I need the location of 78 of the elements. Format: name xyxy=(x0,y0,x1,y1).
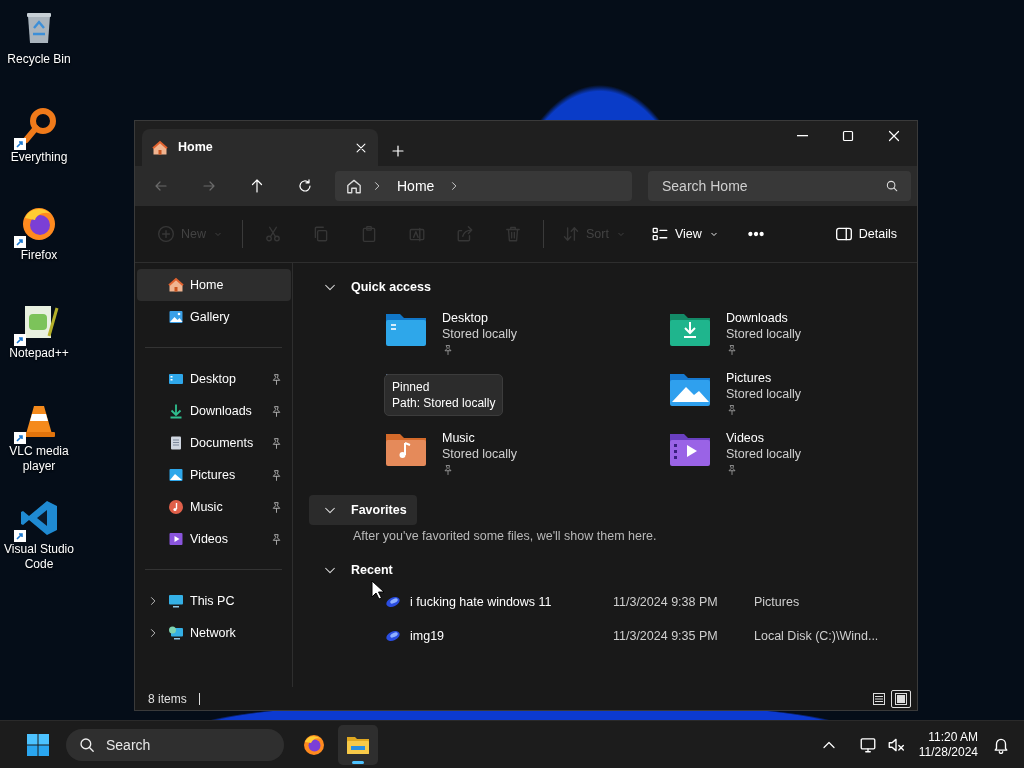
tooltip: Pinned Path: Stored locally xyxy=(384,374,504,416)
monitor-icon[interactable] xyxy=(858,735,877,754)
file-date: 11/3/2024 9:38 PM xyxy=(613,593,719,611)
empty-message: After you've favorited some files, we'll show them here. xyxy=(352,528,658,545)
sidebar-item[interactable]: Videos xyxy=(137,523,291,555)
download-icon xyxy=(168,403,184,419)
folder-location: Stored locally xyxy=(442,326,518,342)
folder-name[interactable]: Desktop xyxy=(442,310,518,326)
details-pane-icon xyxy=(834,225,853,243)
refresh-icon xyxy=(297,178,313,194)
music-note-icon xyxy=(168,499,184,515)
sidebar-item[interactable]: Downloads xyxy=(137,395,291,427)
section-header[interactable]: Quick access xyxy=(309,272,441,302)
flame-globe-icon xyxy=(302,732,326,757)
minimize-icon xyxy=(796,135,808,137)
details-button[interactable]: Details xyxy=(828,217,903,251)
section-header[interactable]: Favorites xyxy=(309,495,417,525)
address-bar[interactable]: Home xyxy=(335,171,632,201)
icon-label: Recycle Bin xyxy=(7,52,71,67)
view-button[interactable]: View xyxy=(644,217,726,251)
folder-location: Stored locally xyxy=(442,446,518,462)
desktop-icon xyxy=(168,371,184,387)
sidebar-item[interactable]: This PC xyxy=(137,585,291,617)
icon-label: Visual Studio Code xyxy=(3,542,75,572)
plus-icon xyxy=(390,143,406,159)
folder-name[interactable]: Pictures xyxy=(726,370,802,386)
sidebar-item[interactable]: Network xyxy=(137,617,291,649)
tiles-view-icon xyxy=(894,691,908,706)
search-icon xyxy=(78,735,96,754)
file-name[interactable]: img19 xyxy=(402,626,613,646)
close-icon xyxy=(886,128,902,144)
section-header[interactable]: Recent xyxy=(309,555,403,585)
taskbar-app[interactable] xyxy=(338,724,378,765)
monitor-icon xyxy=(168,593,184,609)
folder-name[interactable]: Videos xyxy=(726,430,802,446)
tab[interactable]: Home xyxy=(142,129,378,166)
file-name[interactable]: i fucking hate windows 11 xyxy=(402,592,613,612)
network-icon xyxy=(168,625,184,641)
icon-label: Firefox xyxy=(20,248,58,263)
tiles-view-button[interactable] xyxy=(891,689,911,708)
document-icon xyxy=(168,435,184,451)
picture-icon xyxy=(168,467,184,483)
house-icon xyxy=(168,277,184,293)
mouse-pointer-icon xyxy=(371,580,385,600)
sidebar-item[interactable]: Desktop xyxy=(137,363,291,395)
taskbar-search[interactable]: Search xyxy=(66,728,284,761)
code-editor-icon[interactable] xyxy=(19,498,59,538)
search-field[interactable]: Search Home xyxy=(648,171,911,201)
file-date: 11/3/2024 9:35 PM xyxy=(613,627,719,645)
home-icon[interactable] xyxy=(345,177,363,195)
gallery-icon xyxy=(168,309,184,325)
icon-label: VLC media player xyxy=(8,444,70,474)
file-location: Pictures xyxy=(754,593,800,611)
folder-location: Stored locally xyxy=(726,386,802,402)
sidebar-item[interactable]: Pictures xyxy=(137,459,291,491)
icon-label: Notepad++ xyxy=(9,346,69,361)
item-count: 8 items xyxy=(148,690,187,708)
video-icon xyxy=(168,531,184,547)
sidebar-item[interactable]: Home xyxy=(137,269,291,301)
maximize-icon xyxy=(840,128,856,144)
clock[interactable]: 11:20 AM 11/28/2024 xyxy=(914,729,982,760)
breadcrumb[interactable]: Home xyxy=(391,175,441,197)
sidebar-item[interactable]: Gallery xyxy=(137,301,291,333)
house-icon xyxy=(152,139,168,156)
image-file-icon xyxy=(384,629,402,643)
sidebar-item[interactable]: Music xyxy=(137,491,291,523)
file-location: Local Disk (C:)\Wind... xyxy=(754,627,879,645)
search-icon xyxy=(885,179,899,193)
windows-logo-icon xyxy=(27,733,49,756)
folder-location: Stored locally xyxy=(726,326,802,342)
list-view-icon xyxy=(872,691,886,706)
up-arrow-icon xyxy=(249,178,265,194)
sidebar-item[interactable]: Documents xyxy=(137,427,291,459)
icon-label: Everything xyxy=(10,150,68,165)
folder-name[interactable]: Music xyxy=(442,430,518,446)
folder-name[interactable]: Downloads xyxy=(726,310,802,326)
image-file-icon xyxy=(384,595,402,609)
folder-location: Stored locally xyxy=(726,446,802,462)
